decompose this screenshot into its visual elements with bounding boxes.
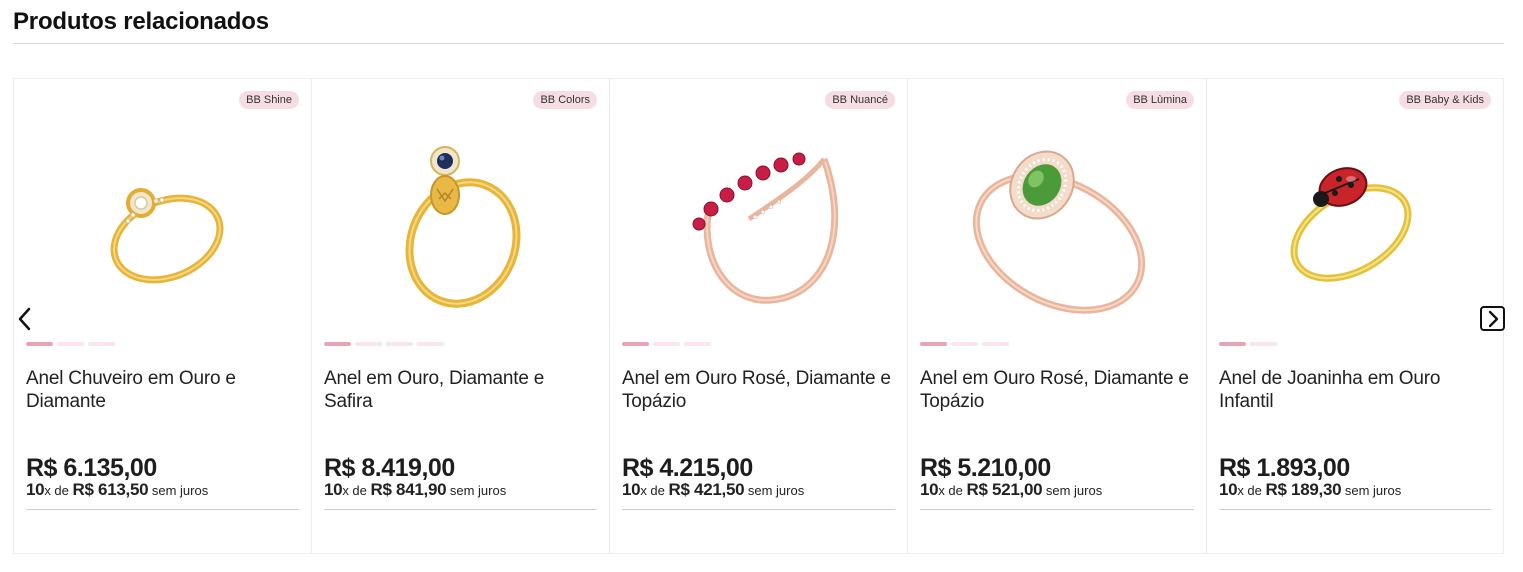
chevron-left-icon xyxy=(18,307,31,331)
installment-x-de: x de xyxy=(938,483,967,498)
ring-image xyxy=(972,150,1146,314)
installment-value: R$ 613,50 xyxy=(72,480,149,499)
installment-suffix: sem juros xyxy=(744,483,805,498)
installments: 10x de R$ 841,90 sem juros xyxy=(324,480,506,500)
product-name[interactable]: Anel em Ouro Rosé, Diamante e Topázio xyxy=(622,367,895,413)
installment-count: 10 xyxy=(622,480,641,499)
carousel-track: BB Shine Anel Chuveiro em Ouro e Diamant… xyxy=(13,79,1504,553)
pagination-dot[interactable] xyxy=(26,342,53,346)
installment-x-de: x de xyxy=(342,483,371,498)
pagination-dot[interactable] xyxy=(1250,342,1277,346)
image-pagination xyxy=(324,342,444,346)
installment-count: 10 xyxy=(26,480,45,499)
product-card[interactable]: BB Colors Anel em Ouro, Diamante e Safir… xyxy=(312,79,610,553)
image-pagination xyxy=(26,342,115,346)
ring-image xyxy=(110,188,223,284)
installment-value: R$ 521,00 xyxy=(966,480,1043,499)
installment-suffix: sem juros xyxy=(1341,483,1402,498)
product-image[interactable] xyxy=(14,109,311,339)
product-image[interactable] xyxy=(1207,109,1503,339)
pagination-dot[interactable] xyxy=(386,342,413,346)
installment-suffix: sem juros xyxy=(148,483,209,498)
installment-x-de: x de xyxy=(44,483,73,498)
installment-suffix: sem juros xyxy=(1042,483,1103,498)
pagination-dot[interactable] xyxy=(622,342,649,346)
product-name[interactable]: Anel Chuveiro em Ouro e Diamante xyxy=(26,367,299,413)
installment-x-de: x de xyxy=(640,483,669,498)
card-divider xyxy=(920,509,1194,510)
card-divider xyxy=(26,509,299,510)
product-price: R$ 8.419,00 xyxy=(324,454,455,482)
pagination-dot[interactable] xyxy=(355,342,382,346)
product-price: R$ 6.135,00 xyxy=(26,454,157,482)
pagination-dot[interactable] xyxy=(1219,342,1246,346)
card-divider xyxy=(324,509,597,510)
installment-count: 10 xyxy=(920,480,939,499)
product-card[interactable]: BB Lùmina Anel em Ouro Rosé, Diamante e … xyxy=(908,79,1207,553)
installment-value: R$ 841,90 xyxy=(370,480,447,499)
installment-value: R$ 189,30 xyxy=(1265,480,1342,499)
carousel-next-button[interactable] xyxy=(1480,306,1505,331)
installment-x-de: x de xyxy=(1237,483,1266,498)
image-pagination xyxy=(1219,342,1277,346)
installment-suffix: sem juros xyxy=(446,483,507,498)
installment-count: 10 xyxy=(324,480,343,499)
image-pagination xyxy=(622,342,711,346)
ring-image xyxy=(692,152,838,304)
product-card[interactable]: BB Baby & Kids Anel de Joaninha em Ouro … xyxy=(1207,79,1504,553)
pagination-dot[interactable] xyxy=(653,342,680,346)
product-name[interactable]: Anel de Joaninha em Ouro Infantil xyxy=(1219,367,1491,413)
product-image[interactable] xyxy=(312,109,609,339)
pagination-dot[interactable] xyxy=(684,342,711,346)
card-divider xyxy=(622,509,895,510)
installments: 10x de R$ 521,00 sem juros xyxy=(920,480,1102,500)
collection-badge: BB Baby & Kids xyxy=(1399,91,1491,109)
product-price: R$ 4.215,00 xyxy=(622,454,753,482)
product-card[interactable]: BB Shine Anel Chuveiro em Ouro e Diamant… xyxy=(13,79,312,553)
product-name[interactable]: Anel em Ouro Rosé, Diamante e Topázio xyxy=(920,367,1194,413)
product-card[interactable]: BB Nuancé Anel em Ouro Rosé, Diamante e … xyxy=(610,79,908,553)
product-carousel: BB Shine Anel Chuveiro em Ouro e Diamant… xyxy=(13,78,1504,554)
carousel-prev-button[interactable] xyxy=(12,306,36,332)
installment-count: 10 xyxy=(1219,480,1238,499)
ring-image xyxy=(404,146,521,308)
product-price: R$ 1.893,00 xyxy=(1219,454,1350,482)
installments: 10x de R$ 421,50 sem juros xyxy=(622,480,804,500)
pagination-dot[interactable] xyxy=(920,342,947,346)
installments: 10x de R$ 613,50 sem juros xyxy=(26,480,208,500)
ring-image xyxy=(1290,167,1412,282)
installment-value: R$ 421,50 xyxy=(668,480,745,499)
product-image[interactable] xyxy=(610,109,907,339)
product-name[interactable]: Anel em Ouro, Diamante e Safira xyxy=(324,367,597,413)
collection-badge: BB Colors xyxy=(533,91,597,109)
installments: 10x de R$ 189,30 sem juros xyxy=(1219,480,1401,500)
pagination-dot[interactable] xyxy=(951,342,978,346)
collection-badge: BB Shine xyxy=(239,91,299,109)
collection-badge: BB Nuancé xyxy=(825,91,895,109)
product-image[interactable] xyxy=(908,109,1206,339)
pagination-dot[interactable] xyxy=(417,342,444,346)
image-pagination xyxy=(920,342,1009,346)
product-price: R$ 5.210,00 xyxy=(920,454,1051,482)
title-divider xyxy=(13,43,1504,44)
card-divider xyxy=(1219,509,1491,510)
collection-badge: BB Lùmina xyxy=(1126,91,1194,109)
pagination-dot[interactable] xyxy=(982,342,1009,346)
section-title: Produtos relacionados xyxy=(13,8,269,35)
pagination-dot[interactable] xyxy=(88,342,115,346)
chevron-right-icon xyxy=(1488,310,1498,327)
pagination-dot[interactable] xyxy=(324,342,351,346)
pagination-dot[interactable] xyxy=(57,342,84,346)
